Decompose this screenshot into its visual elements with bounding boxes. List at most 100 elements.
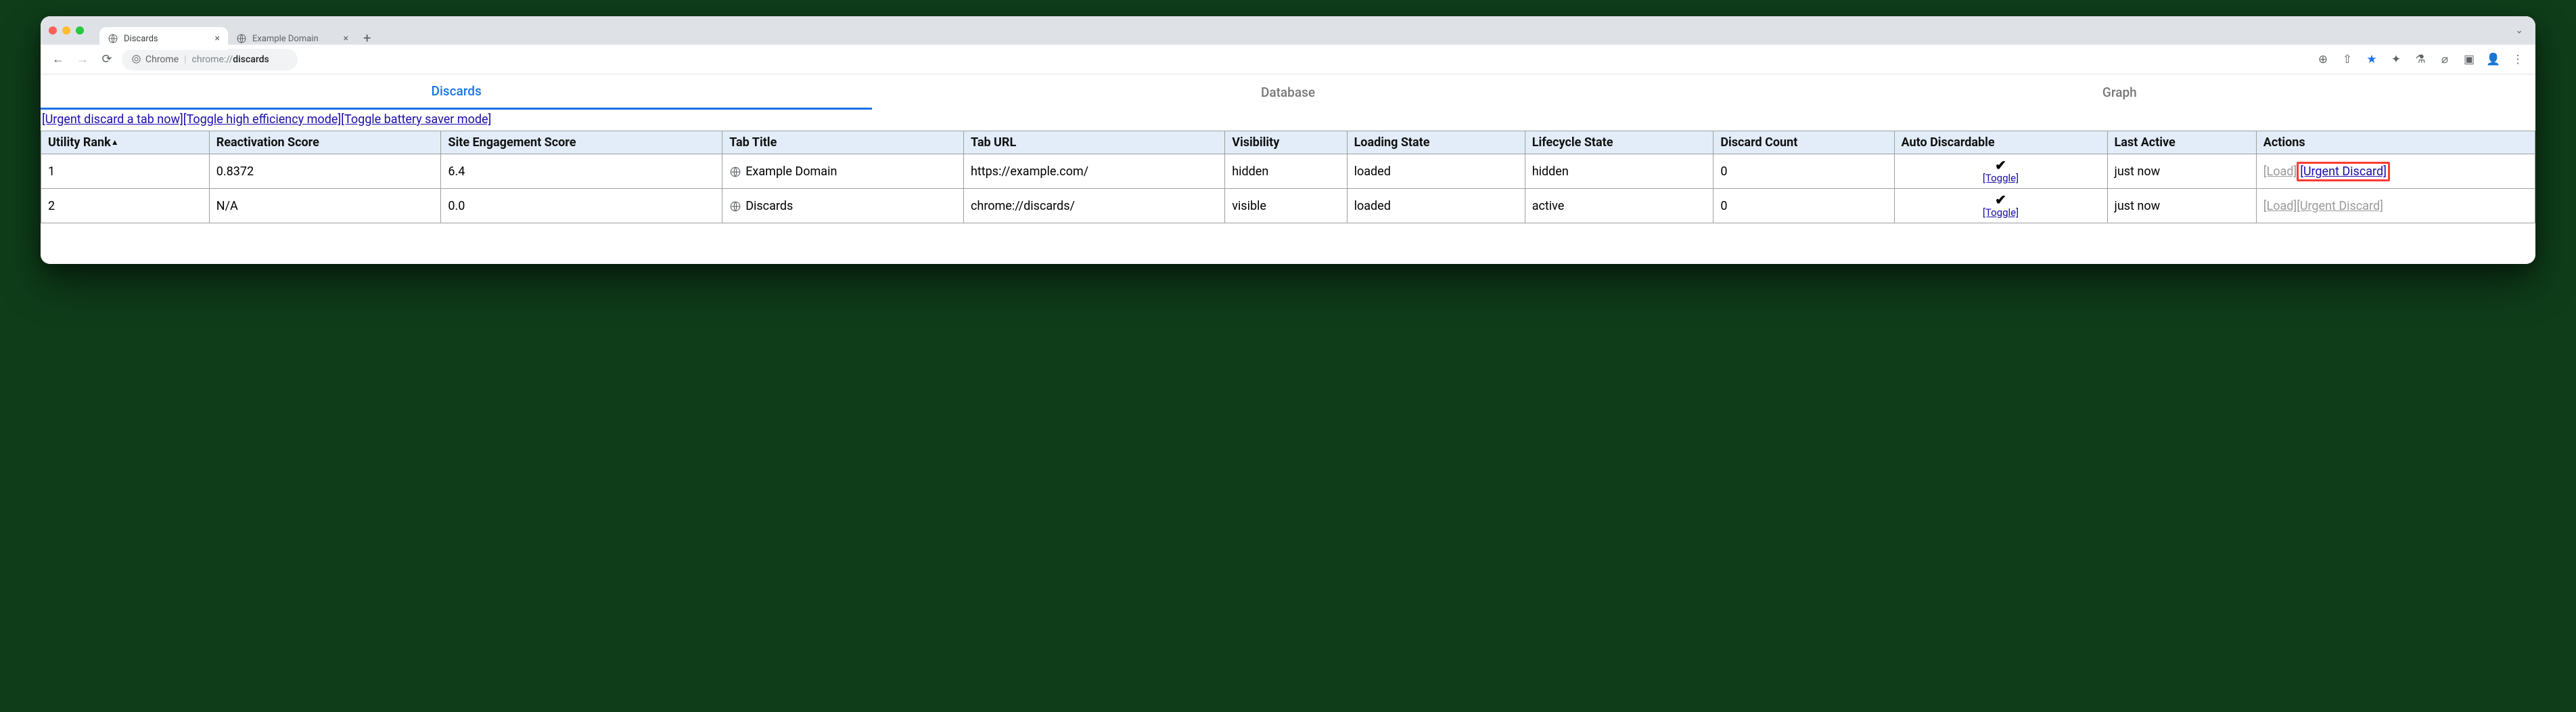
table-header-row: Utility Rank▲ Reactivation Score Site En… bbox=[41, 131, 2535, 154]
cell-title: Example Domain bbox=[722, 154, 964, 189]
back-button[interactable]: ← bbox=[49, 50, 68, 69]
cell-last-active: just now bbox=[2107, 189, 2256, 223]
cell-actions: [Load][Urgent Discard] bbox=[2256, 189, 2535, 223]
toggle-high-efficiency-link[interactable]: [Toggle high efficiency mode] bbox=[183, 112, 341, 127]
urgent-discard-action-link: [Urgent Discard] bbox=[2297, 199, 2383, 213]
chrome-icon bbox=[131, 54, 141, 64]
cell-loading: loaded bbox=[1347, 189, 1525, 223]
close-icon[interactable]: × bbox=[344, 33, 348, 44]
window-zoom-icon[interactable] bbox=[76, 26, 84, 35]
globe-icon bbox=[729, 200, 741, 213]
cell-url: chrome://discards/ bbox=[963, 189, 1224, 223]
cell-visibility: hidden bbox=[1225, 154, 1347, 189]
sort-asc-icon: ▲ bbox=[111, 137, 119, 147]
toolbar: ← → ⟳ Chrome | chrome://discards ⊕ ⇧ ★ ✦… bbox=[41, 45, 2535, 74]
col-lifecycle[interactable]: Lifecycle State bbox=[1525, 131, 1714, 154]
cell-title-text: Example Domain bbox=[745, 164, 837, 179]
cell-engagement: 6.4 bbox=[441, 154, 722, 189]
cell-url: https://example.com/ bbox=[963, 154, 1224, 189]
browser-tabs: Discards × Example Domain × + bbox=[99, 16, 377, 45]
col-discard-count[interactable]: Discard Count bbox=[1714, 131, 1894, 154]
cell-visibility: visible bbox=[1225, 189, 1347, 223]
address-separator: | bbox=[184, 54, 186, 65]
col-tab-url[interactable]: Tab URL bbox=[963, 131, 1224, 154]
menu-icon[interactable]: ⋮ bbox=[2508, 50, 2527, 69]
col-actions[interactable]: Actions bbox=[2256, 131, 2535, 154]
top-action-links: [Urgent discard a tab now][Toggle high e… bbox=[41, 110, 2535, 131]
cell-engagement: 0.0 bbox=[441, 189, 722, 223]
toggle-auto-discardable-link[interactable]: [Toggle] bbox=[1902, 172, 2100, 184]
cell-discard-count: 0 bbox=[1714, 189, 1894, 223]
traffic-lights bbox=[49, 26, 84, 35]
profile-icon[interactable]: 👤 bbox=[2484, 50, 2503, 69]
col-engagement[interactable]: Site Engagement Score bbox=[441, 131, 722, 154]
col-auto-discardable[interactable]: Auto Discardable bbox=[1894, 131, 2107, 154]
cell-reactivation: 0.8372 bbox=[209, 154, 441, 189]
checkmark-icon: ✔ bbox=[1902, 158, 2100, 172]
close-icon[interactable]: × bbox=[215, 33, 220, 44]
sidepanel-icon[interactable]: ▣ bbox=[2460, 50, 2479, 69]
checkmark-icon: ✔ bbox=[1902, 193, 2100, 206]
col-loading[interactable]: Loading State bbox=[1347, 131, 1525, 154]
titlebar: Discards × Example Domain × + ⌄ bbox=[41, 16, 2535, 45]
refresh-alt-icon[interactable]: ⌀ bbox=[2435, 50, 2454, 69]
load-action-link: [Load] bbox=[2263, 164, 2297, 179]
table-row: 10.83726.4 Example Domain https://example.… bbox=[41, 154, 2535, 189]
cell-actions: [Load][Urgent Discard] bbox=[2256, 154, 2535, 189]
globe-icon bbox=[108, 33, 118, 44]
cell-auto-discardable: ✔[Toggle] bbox=[1894, 154, 2107, 189]
cell-loading: loaded bbox=[1347, 154, 1525, 189]
table-row: 2N/A0.0 Discards chrome://discards/visible… bbox=[41, 189, 2535, 223]
cell-lifecycle: hidden bbox=[1525, 154, 1714, 189]
url-path: discards bbox=[233, 54, 269, 65]
cell-discard-count: 0 bbox=[1714, 154, 1894, 189]
toggle-battery-saver-link[interactable]: [Toggle battery saver mode] bbox=[341, 112, 491, 127]
browser-tab-label: Example Domain bbox=[252, 34, 319, 44]
extensions-icon[interactable]: ✦ bbox=[2387, 50, 2406, 69]
browser-tab-label: Discards bbox=[124, 34, 158, 44]
browser-window: Discards × Example Domain × + ⌄ ← → ⟳ Ch… bbox=[41, 16, 2535, 264]
page-content: Discards Database Graph [Urgent discard … bbox=[41, 74, 2535, 264]
url-scheme: chrome:// bbox=[192, 54, 233, 65]
cell-title-text: Discards bbox=[745, 199, 793, 213]
address-bar[interactable]: Chrome | chrome://discards bbox=[122, 49, 298, 70]
window-minimize-icon[interactable] bbox=[62, 26, 70, 35]
chevron-down-icon[interactable]: ⌄ bbox=[2511, 21, 2527, 40]
cell-rank: 1 bbox=[41, 154, 210, 189]
new-tab-button[interactable]: + bbox=[356, 30, 377, 46]
col-visibility[interactable]: Visibility bbox=[1225, 131, 1347, 154]
browser-tab-discards[interactable]: Discards × bbox=[99, 27, 228, 50]
chrome-chip: Chrome bbox=[131, 54, 179, 65]
highlight-box: [Urgent Discard] bbox=[2297, 162, 2390, 181]
globe-icon bbox=[236, 33, 247, 44]
load-action-link: [Load] bbox=[2263, 199, 2297, 213]
zoom-icon[interactable]: ⊕ bbox=[2314, 50, 2332, 69]
forward-button: → bbox=[73, 50, 92, 69]
cell-auto-discardable: ✔[Toggle] bbox=[1894, 189, 2107, 223]
discards-table: Utility Rank▲ Reactivation Score Site En… bbox=[41, 131, 2535, 223]
tab-database[interactable]: Database bbox=[872, 74, 1703, 110]
cell-lifecycle: active bbox=[1525, 189, 1714, 223]
urgent-discard-link[interactable]: [Urgent discard a tab now] bbox=[42, 112, 183, 127]
cell-rank: 2 bbox=[41, 189, 210, 223]
tab-discards[interactable]: Discards bbox=[41, 74, 872, 110]
tab-graph[interactable]: Graph bbox=[1704, 74, 2535, 110]
cell-title: Discards bbox=[722, 189, 964, 223]
globe-icon bbox=[729, 166, 741, 178]
reload-button[interactable]: ⟳ bbox=[97, 50, 116, 69]
col-reactivation[interactable]: Reactivation Score bbox=[209, 131, 441, 154]
labs-icon[interactable]: ⚗ bbox=[2411, 50, 2430, 69]
chrome-chip-label: Chrome bbox=[145, 54, 179, 65]
subnav: Discards Database Graph bbox=[41, 74, 2535, 110]
toggle-auto-discardable-link[interactable]: [Toggle] bbox=[1902, 206, 2100, 219]
window-close-icon[interactable] bbox=[49, 26, 57, 35]
browser-tab-example[interactable]: Example Domain × bbox=[228, 27, 356, 50]
col-last-active[interactable]: Last Active bbox=[2107, 131, 2256, 154]
col-utility-rank[interactable]: Utility Rank▲ bbox=[41, 131, 210, 154]
cell-reactivation: N/A bbox=[209, 189, 441, 223]
col-tab-title[interactable]: Tab Title bbox=[722, 131, 964, 154]
share-icon[interactable]: ⇧ bbox=[2338, 50, 2357, 69]
cell-last-active: just now bbox=[2107, 154, 2256, 189]
urgent-discard-action-link[interactable]: [Urgent Discard] bbox=[2300, 164, 2387, 179]
bookmark-star-icon[interactable]: ★ bbox=[2362, 50, 2381, 69]
